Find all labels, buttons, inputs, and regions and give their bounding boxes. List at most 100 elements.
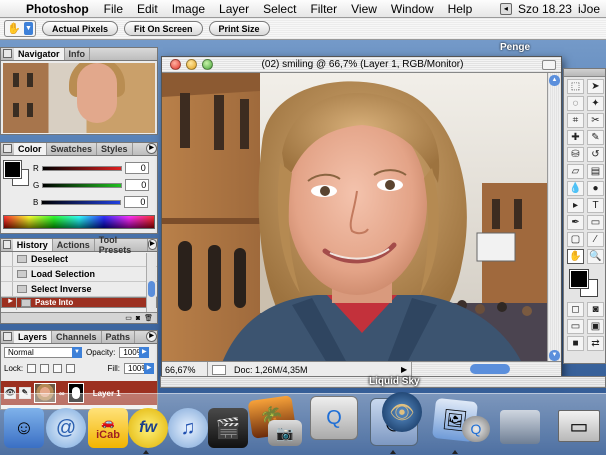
tab-tool-presets[interactable]: Tool Presets xyxy=(95,235,148,255)
dodge-tool-icon[interactable]: ● xyxy=(587,181,604,196)
app-menu[interactable]: Photoshop xyxy=(22,2,97,16)
system-prefs-icon[interactable] xyxy=(500,410,540,444)
path-selection-tool-icon[interactable]: ▸ xyxy=(567,198,584,213)
healing-brush-tool-icon[interactable]: ✚ xyxy=(567,130,584,145)
itunes-icon[interactable]: ♫ xyxy=(168,408,208,448)
tab-info[interactable]: Info xyxy=(65,48,91,60)
palette-menu-icon[interactable]: ▶ xyxy=(147,239,157,250)
lasso-tool-icon[interactable]: ◌ xyxy=(567,96,584,111)
color-swatches[interactable] xyxy=(3,160,30,187)
menu-edit[interactable]: Edit xyxy=(130,2,165,16)
menubar-clock[interactable]: Szo 18.23 xyxy=(518,2,572,16)
palette-menu-icon[interactable]: ▶ xyxy=(146,331,157,342)
history-checkbox[interactable] xyxy=(1,282,13,296)
tab-channels[interactable]: Channels xyxy=(52,331,102,343)
quicktime-2-icon[interactable]: Q xyxy=(462,416,490,442)
shape-tool-icon[interactable]: ▭ xyxy=(587,215,604,230)
jump-to-imageready-icon[interactable]: ⇄ xyxy=(587,336,604,351)
history-checkbox[interactable] xyxy=(1,267,13,281)
zoom-level-field[interactable]: 66,67% xyxy=(162,362,208,377)
vertical-scrollbar[interactable]: ▲ ▼ xyxy=(547,73,561,363)
document-titlebar[interactable]: (02) smiling @ 66,7% (Layer 1, RGB/Monit… xyxy=(162,57,561,73)
color-spectrum-bar[interactable] xyxy=(3,215,155,229)
close-icon[interactable] xyxy=(3,144,12,153)
menu-view[interactable]: View xyxy=(344,2,384,16)
fireworks-icon[interactable]: fw xyxy=(128,408,168,448)
menu-select[interactable]: Select xyxy=(256,2,303,16)
imovie-icon[interactable]: 🎬 xyxy=(208,408,248,448)
move-tool-icon[interactable]: ➤ xyxy=(587,79,604,94)
desktop-label[interactable]: Penge xyxy=(500,42,530,53)
zoom-tool-icon[interactable]: 🔍 xyxy=(587,249,604,264)
blue-slider[interactable] xyxy=(41,199,122,205)
fill-input[interactable]: 100% ▶ xyxy=(124,362,154,374)
quick-mask-mode-icon[interactable]: ◙ xyxy=(587,302,604,317)
green-value-input[interactable]: 0 xyxy=(125,179,150,191)
magic-wand-tool-icon[interactable]: ✦ xyxy=(587,96,604,111)
history-brush-tool-icon[interactable]: ↺ xyxy=(587,147,604,162)
eraser-tool-icon[interactable]: ▱ xyxy=(567,164,584,179)
tab-layers[interactable]: Layers xyxy=(14,331,53,343)
scroll-down-icon[interactable]: ▼ xyxy=(549,350,560,361)
screen-mode-fullscreen-icon[interactable]: ■ xyxy=(567,336,584,351)
scroll-thumb[interactable] xyxy=(470,364,510,374)
red-value-input[interactable]: 0 xyxy=(124,162,149,174)
marquee-tool-icon[interactable]: ⬚ xyxy=(567,79,584,94)
scroll-up-icon[interactable]: ▲ xyxy=(549,75,560,86)
zoom-window-button[interactable] xyxy=(202,59,213,70)
document-icon[interactable] xyxy=(212,364,226,375)
menu-layer[interactable]: Layer xyxy=(212,2,256,16)
volume-icon[interactable]: ◂ xyxy=(499,2,512,15)
lock-all-checkbox[interactable] xyxy=(66,363,76,373)
tab-actions[interactable]: Actions xyxy=(53,239,95,251)
crop-tool-icon[interactable]: ⌗ xyxy=(567,113,584,128)
foreground-color-swatch[interactable] xyxy=(569,269,589,289)
close-icon[interactable] xyxy=(3,332,12,341)
notes-tool-icon[interactable]: ▢ xyxy=(567,232,584,247)
horizontal-scrollbar[interactable] xyxy=(411,362,561,377)
history-state-marker-icon[interactable]: ▸ xyxy=(5,295,17,310)
red-slider[interactable] xyxy=(41,165,122,171)
history-item-selected[interactable]: ▸ Paste Into xyxy=(1,295,157,310)
blue-value-input[interactable]: 0 xyxy=(124,196,149,208)
document-size-info[interactable]: Doc: 1,26M/4,35M xyxy=(226,365,401,375)
background-window-titlebar[interactable]: Liquid Sky xyxy=(160,376,606,388)
lock-image-checkbox[interactable] xyxy=(40,363,50,373)
menu-window[interactable]: Window xyxy=(384,2,441,16)
finder-icon[interactable]: ☺ xyxy=(4,408,44,448)
standard-mode-icon[interactable]: ◻ xyxy=(567,302,584,317)
quicktime-icon[interactable]: Q xyxy=(310,396,358,440)
scroll-thumb[interactable] xyxy=(148,281,155,297)
history-item[interactable]: Load Selection xyxy=(1,267,157,282)
brush-tool-icon[interactable]: ✎ xyxy=(587,130,604,145)
tab-history[interactable]: History xyxy=(12,239,53,251)
slice-tool-icon[interactable]: ✂ xyxy=(587,113,604,128)
eyedropper-tool-icon[interactable]: ⁄ xyxy=(587,232,604,247)
camera-icon[interactable]: 📷 xyxy=(268,420,302,446)
type-tool-icon[interactable]: T xyxy=(587,198,604,213)
tab-navigator[interactable]: Navigator xyxy=(14,48,65,60)
tab-styles[interactable]: Styles xyxy=(97,143,133,155)
tool-preset-picker[interactable]: ✋ ▼ xyxy=(4,20,36,37)
icab-icon[interactable]: 🚗 iCab xyxy=(88,408,128,448)
screen-mode-full-icon[interactable]: ▣ xyxy=(587,319,604,334)
green-slider[interactable] xyxy=(42,182,123,188)
print-size-button[interactable]: Print Size xyxy=(208,21,270,36)
screen-mode-standard-icon[interactable]: ▭ xyxy=(567,319,584,334)
menu-filter[interactable]: Filter xyxy=(303,2,344,16)
gradient-tool-icon[interactable]: ▤ xyxy=(587,164,604,179)
blur-tool-icon[interactable]: 💧 xyxy=(567,181,584,196)
new-document-icon[interactable]: ▭ xyxy=(125,314,132,322)
mail-icon[interactable]: @ xyxy=(46,408,86,448)
image-canvas[interactable] xyxy=(162,73,548,363)
pen-tool-icon[interactable]: ✒ xyxy=(567,215,584,230)
lock-transparency-checkbox[interactable] xyxy=(27,363,37,373)
blend-mode-select[interactable]: Normal ▼ xyxy=(4,346,82,358)
close-icon[interactable] xyxy=(3,240,11,249)
lock-position-checkbox[interactable] xyxy=(53,363,63,373)
history-item[interactable]: Select Inverse xyxy=(1,282,157,297)
close-window-button[interactable] xyxy=(170,59,181,70)
palette-menu-icon[interactable]: ▶ xyxy=(146,143,157,154)
fit-on-screen-button[interactable]: Fit On Screen xyxy=(124,21,203,36)
menu-help[interactable]: Help xyxy=(441,2,480,16)
